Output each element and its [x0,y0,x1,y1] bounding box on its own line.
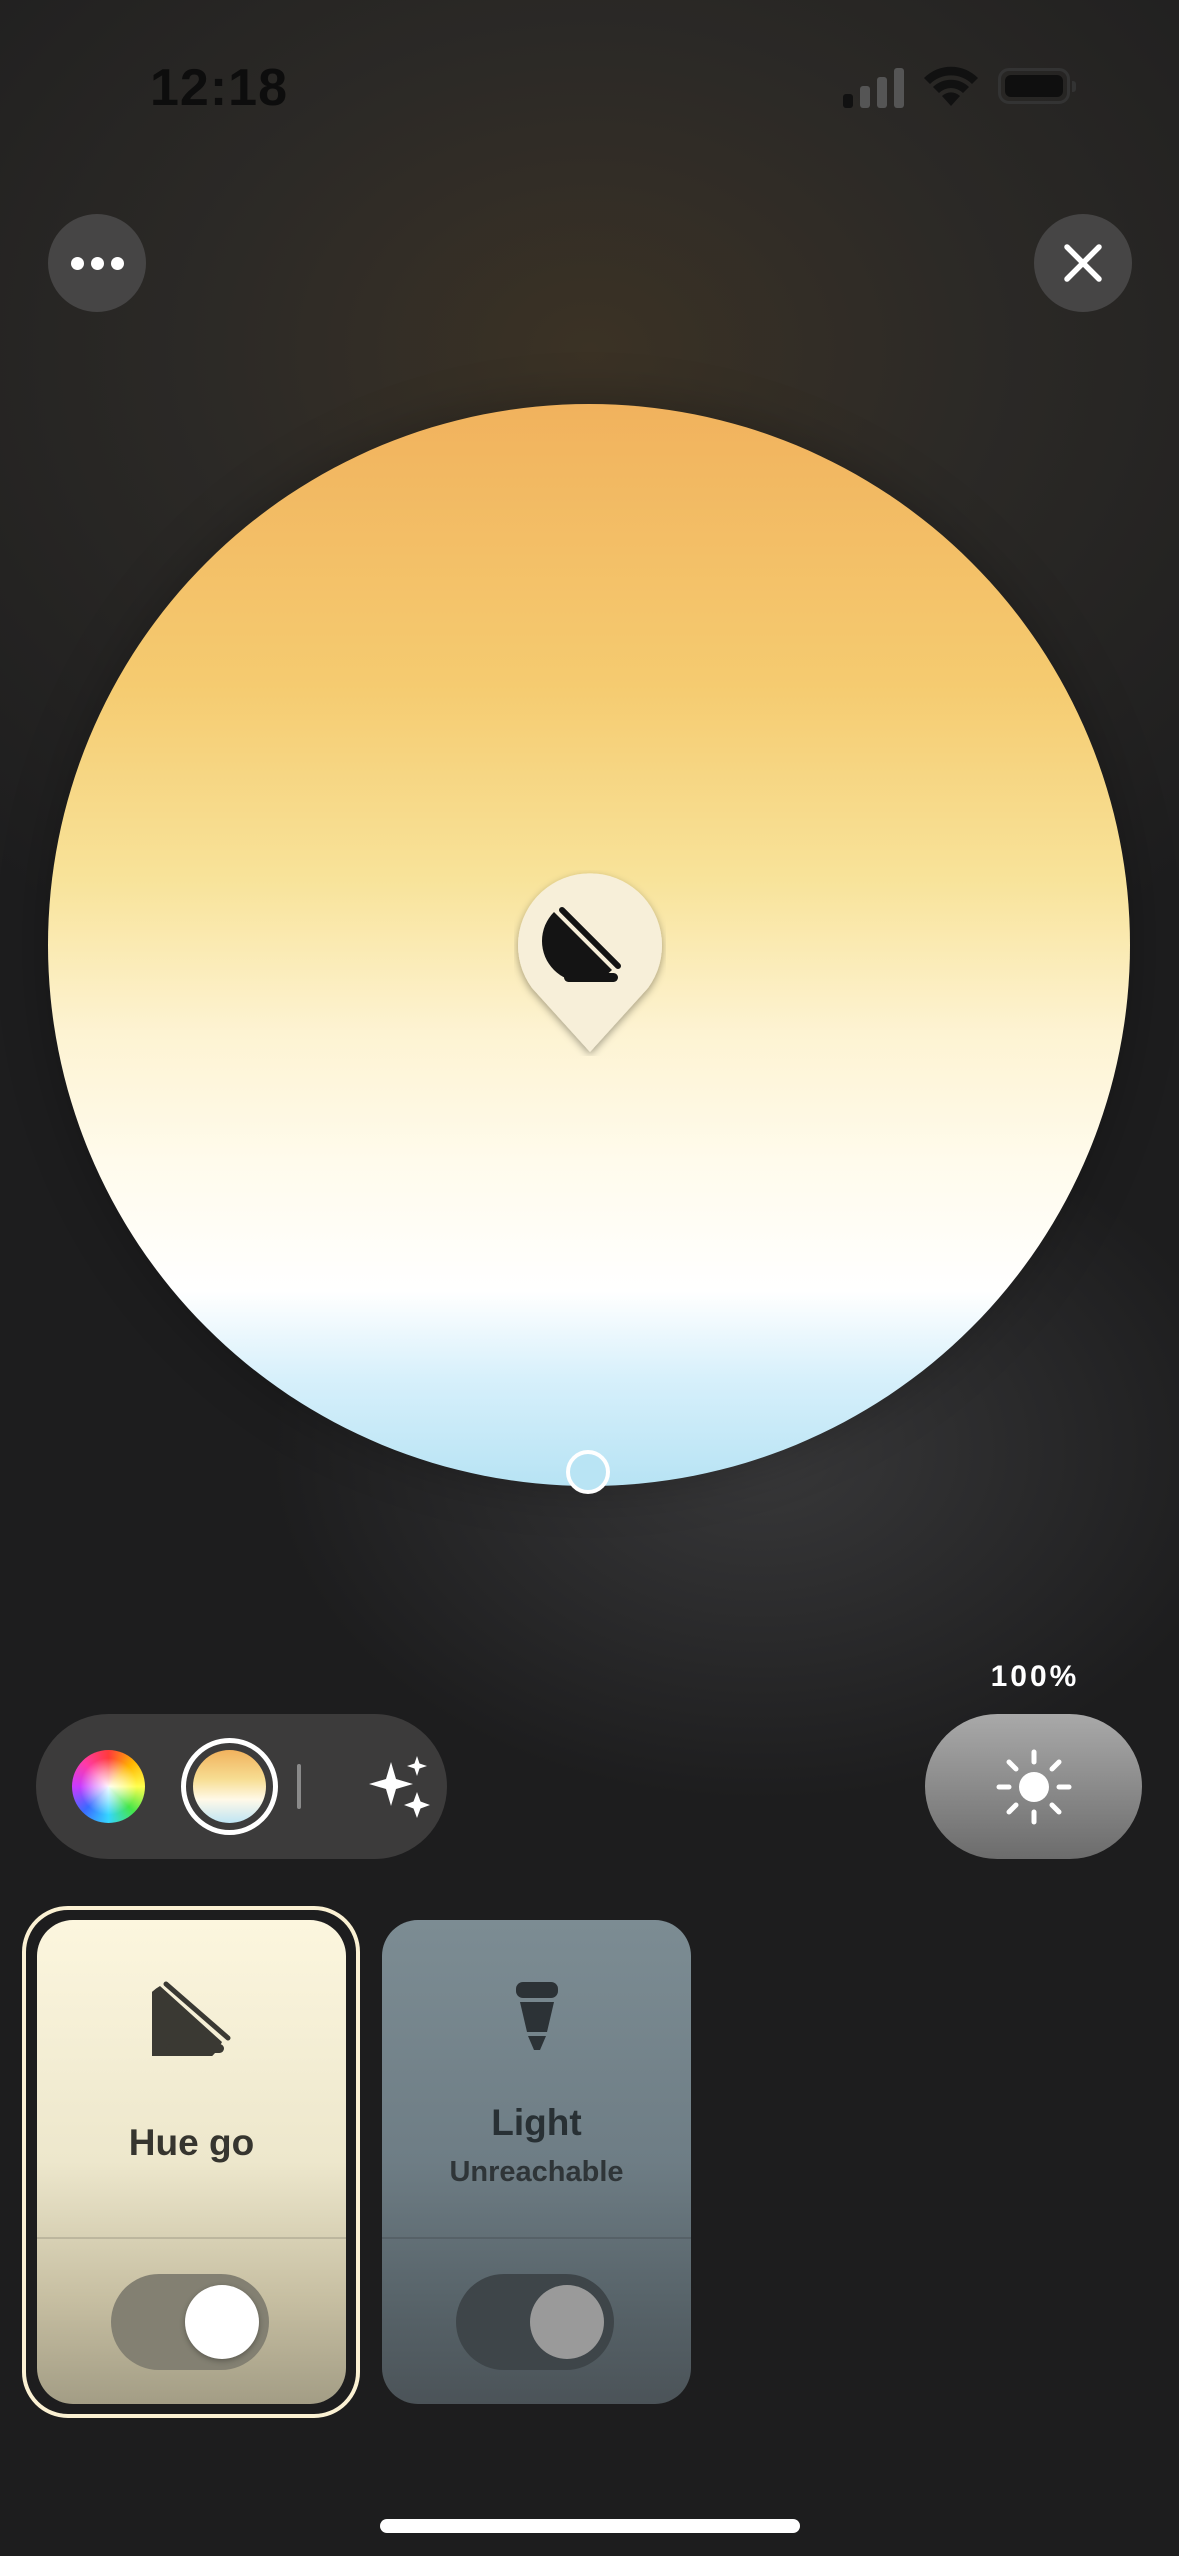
light-power-toggle[interactable] [111,2274,269,2370]
battery-icon [998,68,1076,104]
close-icon [1064,244,1102,282]
light-name: Light [491,2102,582,2143]
scenes-button[interactable] [369,1754,433,1818]
light-card-hue-go[interactable]: Hue go [37,1920,346,2404]
light-position-pin[interactable] [514,870,666,1056]
status-time: 12:18 [150,59,288,117]
sun-icon [996,1749,1071,1824]
brightness-value: 100% [990,1660,1080,1693]
toggle-knob [185,2285,259,2359]
white-ambiance-icon [193,1750,266,1823]
home-indicator[interactable] [380,2519,800,2533]
white-mode-button[interactable] [181,1738,278,1835]
card-divider [382,2237,691,2239]
card-divider [37,2237,346,2239]
light-power-toggle[interactable] [456,2274,614,2370]
mode-divider [297,1764,301,1809]
color-temperature-handle[interactable] [566,1450,610,1494]
light-name: Hue go [128,2122,255,2163]
light-status: Unreachable [449,2156,624,2188]
color-mode-button[interactable] [72,1750,145,1823]
sparkles-icon [369,1756,430,1818]
cellular-signal-icon [843,66,905,108]
ellipsis-icon [70,256,124,270]
hue-go-lamp-icon [151,1981,230,2056]
wifi-icon [924,66,978,106]
light-card-light[interactable]: Light Unreachable [382,1920,691,2404]
mode-selector [36,1714,447,1859]
bulb-icon [515,1982,558,2050]
close-button[interactable] [1034,214,1132,312]
brightness-button[interactable] [925,1714,1142,1859]
more-options-button[interactable] [48,214,146,312]
toggle-knob [530,2285,604,2359]
